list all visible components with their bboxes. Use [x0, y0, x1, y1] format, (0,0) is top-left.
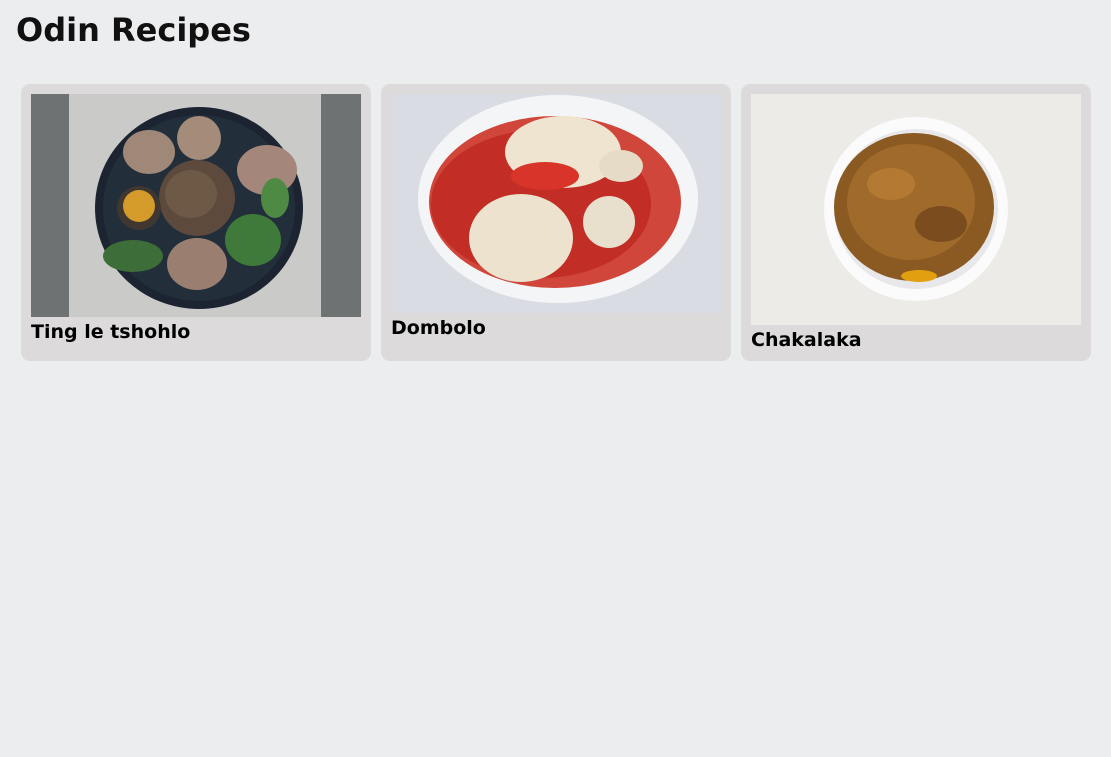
page-title: Odin Recipes — [16, 11, 251, 49]
chakalaka-photo[interactable] — [751, 94, 1081, 325]
ting-le-tshohlo-image — [31, 94, 361, 317]
chakalaka-image — [751, 94, 1081, 325]
ting-le-tshohlo-photo[interactable] — [31, 94, 361, 317]
recipe-card-chakalaka[interactable]: Chakalaka — [741, 84, 1091, 361]
dombolo-photo[interactable] — [391, 94, 721, 313]
recipe-title[interactable]: Ting le tshohlo — [31, 321, 190, 343]
recipe-title[interactable]: Chakalaka — [751, 329, 862, 351]
recipe-card-ting-le-tshohlo[interactable]: Ting le tshohlo — [21, 84, 371, 361]
recipe-card-dombolo[interactable]: Dombolo — [381, 84, 731, 361]
dombolo-image — [391, 94, 721, 313]
recipe-title[interactable]: Dombolo — [391, 317, 486, 339]
